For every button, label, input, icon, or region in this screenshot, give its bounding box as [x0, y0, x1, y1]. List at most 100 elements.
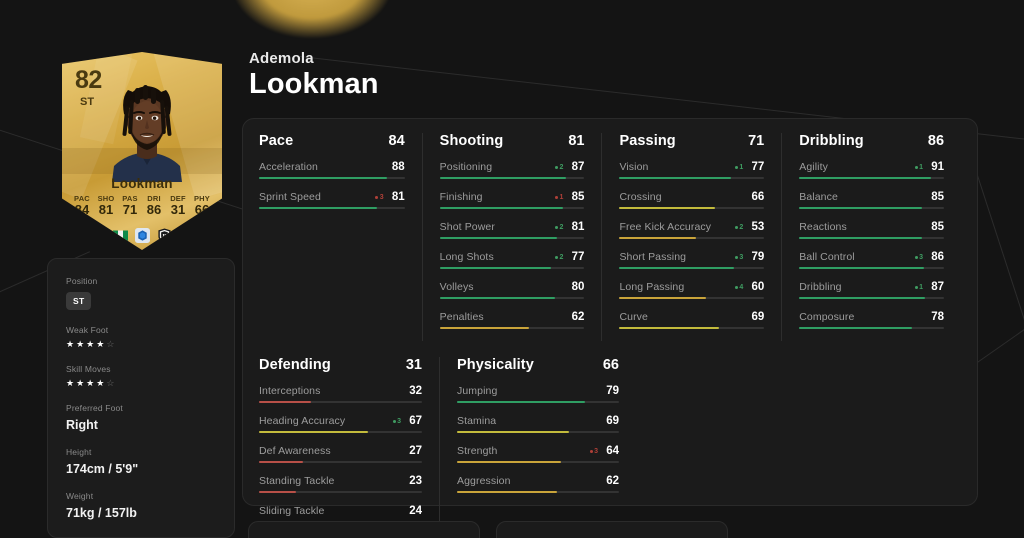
stat-value: 87: [571, 161, 585, 173]
stat-row: Strength 3 64: [457, 445, 619, 463]
stat-value: 77: [751, 161, 765, 173]
stat-row-top: Free Kick Accuracy 2 53: [619, 221, 764, 233]
star-icon: ★: [96, 339, 105, 349]
stat-label: Ball Control: [799, 251, 855, 263]
stat-value-group: 62: [602, 475, 619, 487]
stat-value-group: 1 85: [555, 191, 584, 203]
player-name-header: Ademola Lookman: [249, 50, 379, 100]
modifier-dot-icon: [734, 165, 738, 169]
stat-bar-fill: [439, 297, 556, 299]
stat-bar-track: [439, 267, 585, 269]
stat-bar-fill: [619, 297, 707, 299]
stat-value: 88: [391, 161, 405, 173]
club-crest-icon: B: [157, 228, 171, 243]
stat-row-top: Curve 69: [619, 311, 764, 323]
card-stat-dri: DRI 86: [142, 194, 166, 218]
info-skill-moves-label: Skill Moves: [66, 364, 111, 374]
bottom-panel-left[interactable]: [248, 521, 480, 538]
stat-row-top: Aggression 62: [457, 475, 619, 487]
modifier-dot-icon: [914, 255, 918, 259]
stat-value-group: 85: [927, 221, 944, 233]
stat-row: Ball Control 3 86: [799, 251, 945, 269]
stat-group-shooting: Shooting 81 Positioning 2 87 Finishing 1 85 Shot…: [421, 133, 602, 341]
stat-bar-track: [799, 207, 945, 209]
card-stat-value: 81: [98, 202, 114, 217]
stat-label: Standing Tackle: [259, 475, 335, 487]
stat-bar-track: [799, 237, 945, 239]
stat-value-group: 66: [747, 191, 764, 203]
stat-bar-fill: [457, 491, 558, 493]
star-icon: ★: [96, 378, 105, 388]
stat-bar-track: [439, 207, 585, 209]
stat-group-total: 84: [388, 133, 405, 149]
stat-value: 64: [606, 445, 619, 457]
stat-bar-fill: [619, 177, 731, 179]
stat-bar-fill: [619, 207, 715, 209]
stat-row-top: Composure 78: [799, 311, 944, 323]
stat-bar-fill: [799, 267, 924, 269]
stat-label: Heading Accuracy: [259, 415, 346, 427]
stat-value: 87: [931, 281, 945, 293]
stat-value: 69: [751, 311, 765, 323]
card-stat-def: DEF 31: [166, 194, 190, 218]
stat-bar-track: [799, 297, 945, 299]
stat-group-title: Passing: [619, 133, 676, 149]
stat-row: Interceptions 32: [259, 385, 422, 403]
stat-label: Strength: [457, 445, 498, 457]
stat-bar-fill: [619, 267, 734, 269]
stat-label: Sprint Speed: [259, 191, 321, 203]
modifier-dot-icon: [555, 195, 559, 199]
stat-bar-track: [259, 401, 422, 403]
stat-value-group: 1 87: [914, 281, 945, 293]
stat-bar-track: [457, 491, 619, 493]
card-stat-pac: PAC 84: [70, 194, 94, 218]
stat-bar-fill: [799, 207, 923, 209]
stat-value-group: 23: [405, 475, 422, 487]
stat-bar-track: [259, 431, 422, 433]
info-position: Position ST: [66, 276, 216, 310]
stat-bar-track: [439, 177, 585, 179]
stat-label: Long Passing: [619, 281, 685, 293]
stat-label: Def Awareness: [259, 445, 331, 457]
stat-row: Positioning 2 87: [439, 161, 585, 179]
card-stat-phy: PHY 66: [190, 194, 214, 218]
stat-row: Curve 69: [619, 311, 765, 329]
modifier-dot-icon: [375, 195, 379, 199]
stat-label: Agility: [799, 161, 828, 173]
stat-row: Agility 1 91: [799, 161, 945, 179]
stat-row: Composure 78: [799, 311, 945, 329]
stat-row-top: Long Passing 4 60: [619, 281, 764, 293]
stat-bar-track: [259, 177, 405, 179]
stat-row-top: Long Shots 2 77: [440, 251, 585, 263]
stat-label: Aggression: [457, 475, 511, 487]
stat-label: Crossing: [619, 191, 662, 203]
modifier-dot-icon: [914, 165, 918, 169]
stat-value-group: 79: [602, 385, 619, 397]
stat-value: 85: [931, 191, 945, 203]
stat-value-group: 32: [405, 385, 422, 397]
stat-group-pace: Pace 84 Acceleration 88 Sprint Speed 3 81: [259, 133, 422, 341]
card-badge-row: B: [62, 228, 222, 243]
card-player-name: Lookman: [111, 176, 173, 191]
stat-value-group: 3 86: [914, 251, 944, 263]
stat-modifier: 1: [555, 194, 563, 201]
stat-group-title: Defending: [259, 357, 331, 373]
stat-value-group: 3 79: [734, 251, 765, 263]
stat-value-group: 69: [602, 415, 619, 427]
stat-group-total: 86: [927, 133, 945, 149]
stat-row: Shot Power 2 81: [439, 221, 585, 239]
stat-bar-fill: [439, 327, 530, 329]
stat-modifier: 3: [375, 194, 384, 201]
modifier-dot-icon: [392, 419, 396, 423]
stat-row: Standing Tackle 23: [259, 475, 422, 493]
stat-row: Sprint Speed 3 81: [259, 191, 405, 209]
stats-row-top: Pace 84 Acceleration 88 Sprint Speed 3 81 Shoo…: [259, 133, 961, 341]
bottom-panel-right[interactable]: [496, 521, 728, 538]
stat-value-group: 1 77: [734, 161, 765, 173]
stat-value: 79: [751, 251, 765, 263]
card-stat-value: 86: [146, 202, 162, 217]
stat-bar-fill: [799, 177, 931, 179]
stat-value-group: 2 77: [555, 251, 584, 263]
player-card[interactable]: 82 ST Lookman PAC 84 SHO 81 PAS 71 DRI 8…: [62, 52, 222, 250]
player-stats-page: 82 ST Lookman PAC 84 SHO 81 PAS 71 DRI 8…: [0, 0, 1024, 538]
